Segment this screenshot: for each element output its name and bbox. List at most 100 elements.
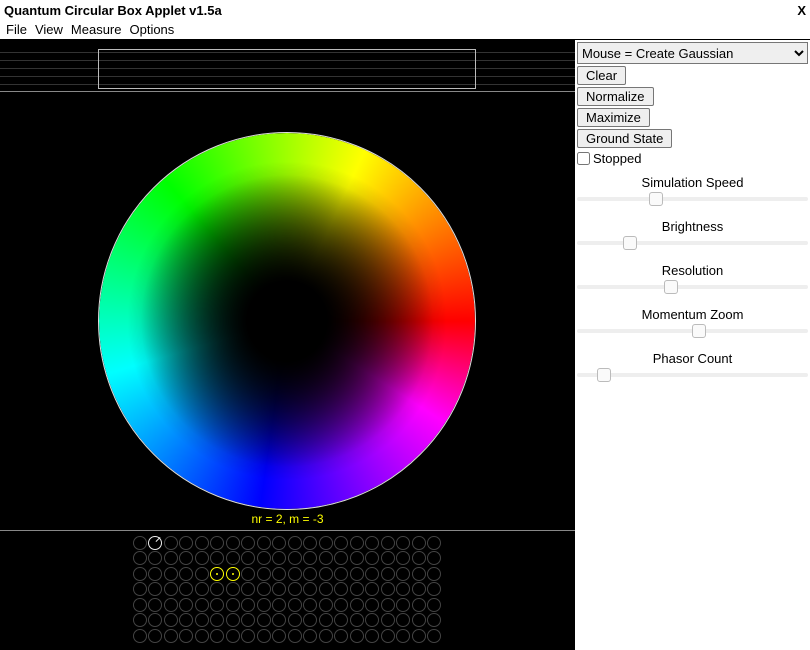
- phasor-cell[interactable]: [256, 566, 272, 582]
- phasor-cell[interactable]: [272, 628, 288, 644]
- phasor-cell[interactable]: [241, 628, 257, 644]
- brightness-slider[interactable]: [577, 234, 808, 252]
- phasor-cell[interactable]: [148, 566, 164, 582]
- phasor-cell[interactable]: [411, 566, 427, 582]
- phasor-cell[interactable]: [194, 628, 210, 644]
- phasor-cell[interactable]: [318, 582, 334, 598]
- phasor-cell[interactable]: [256, 582, 272, 598]
- phasor-cell[interactable]: [210, 613, 226, 629]
- phasor-cell[interactable]: [303, 613, 319, 629]
- menu-measure[interactable]: Measure: [69, 22, 124, 37]
- phasor-cell[interactable]: [303, 566, 319, 582]
- phasor-cell[interactable]: [241, 597, 257, 613]
- phasor-cell[interactable]: [411, 535, 427, 551]
- phasor-cell[interactable]: [210, 551, 226, 567]
- phasor-cell[interactable]: [225, 613, 241, 629]
- phasor-cell[interactable]: [132, 613, 148, 629]
- phasor-cell[interactable]: [272, 597, 288, 613]
- stopped-label[interactable]: Stopped: [593, 151, 641, 166]
- phasor-cell[interactable]: [365, 566, 381, 582]
- phasor-cell[interactable]: [303, 597, 319, 613]
- phasor-cell[interactable]: [272, 566, 288, 582]
- phasor-cell[interactable]: [256, 535, 272, 551]
- phasor-cell[interactable]: [163, 566, 179, 582]
- phasor-cell[interactable]: [163, 535, 179, 551]
- phasor-cell[interactable]: [365, 597, 381, 613]
- phasor-cell[interactable]: [396, 535, 412, 551]
- phasor-cell[interactable]: [132, 551, 148, 567]
- phasor-cell[interactable]: [272, 551, 288, 567]
- phasor-cell[interactable]: [163, 613, 179, 629]
- phasor-cell[interactable]: [148, 551, 164, 567]
- phasor-cell[interactable]: [241, 535, 257, 551]
- phasor-cell[interactable]: [179, 613, 195, 629]
- phasor-cell[interactable]: [148, 613, 164, 629]
- phasor-cell[interactable]: [396, 628, 412, 644]
- phasor-cell[interactable]: [411, 551, 427, 567]
- phasor-cell[interactable]: [241, 613, 257, 629]
- phasor-cell[interactable]: [225, 566, 241, 582]
- phasor-cell[interactable]: [349, 566, 365, 582]
- phasor-cell[interactable]: [179, 628, 195, 644]
- phasor-cell[interactable]: [365, 613, 381, 629]
- phasor-cell[interactable]: [427, 582, 443, 598]
- phasor-cell[interactable]: [396, 582, 412, 598]
- phasor-cell[interactable]: [427, 613, 443, 629]
- phasor-cell[interactable]: [349, 628, 365, 644]
- phasor-cell[interactable]: [148, 628, 164, 644]
- phasor-cell[interactable]: [349, 597, 365, 613]
- phasor-cell[interactable]: [210, 582, 226, 598]
- phasor-cell[interactable]: [318, 597, 334, 613]
- phasor-cell[interactable]: [132, 597, 148, 613]
- phasor-cell[interactable]: [380, 551, 396, 567]
- phasor-cell[interactable]: [210, 628, 226, 644]
- phasor-cell[interactable]: [411, 613, 427, 629]
- phasor-cell[interactable]: [225, 582, 241, 598]
- phasor-cell[interactable]: [272, 535, 288, 551]
- phasor-cell[interactable]: [365, 551, 381, 567]
- phasor-cell[interactable]: [318, 613, 334, 629]
- phasor-cell[interactable]: [380, 597, 396, 613]
- phasor-cell[interactable]: [411, 597, 427, 613]
- phasor-cell[interactable]: [287, 628, 303, 644]
- phasor-cell[interactable]: [287, 613, 303, 629]
- phasor-cell[interactable]: [380, 582, 396, 598]
- resolution-slider[interactable]: [577, 278, 808, 296]
- phasor-cell[interactable]: [334, 613, 350, 629]
- phasor-cell[interactable]: [396, 597, 412, 613]
- menu-view[interactable]: View: [33, 22, 65, 37]
- phasor-cell[interactable]: [163, 628, 179, 644]
- phasor-cell[interactable]: [132, 582, 148, 598]
- phasor-cell[interactable]: [334, 582, 350, 598]
- phasor-cell[interactable]: [179, 535, 195, 551]
- phasor-cell[interactable]: [427, 551, 443, 567]
- phasor-cell[interactable]: [225, 628, 241, 644]
- phasor-cell[interactable]: [380, 628, 396, 644]
- phasor-cell[interactable]: [132, 628, 148, 644]
- phasor-cell[interactable]: [179, 597, 195, 613]
- phasor-cell[interactable]: [427, 597, 443, 613]
- phasor-cell[interactable]: [272, 613, 288, 629]
- phasor-cell[interactable]: [427, 628, 443, 644]
- phasor-cell[interactable]: [132, 566, 148, 582]
- phasor-cell[interactable]: [179, 551, 195, 567]
- phasor-cell[interactable]: [210, 535, 226, 551]
- phasor-cell[interactable]: [303, 535, 319, 551]
- maximize-button[interactable]: Maximize: [577, 108, 650, 127]
- phasor-cell[interactable]: [163, 597, 179, 613]
- phasor-cell[interactable]: [318, 535, 334, 551]
- phasor-cell[interactable]: [148, 597, 164, 613]
- normalize-button[interactable]: Normalize: [577, 87, 654, 106]
- phasor-cell[interactable]: [225, 551, 241, 567]
- phasor-cell[interactable]: [256, 597, 272, 613]
- phasor-cell[interactable]: [256, 551, 272, 567]
- top-strip[interactable]: [0, 40, 575, 92]
- sim-speed-slider[interactable]: [577, 190, 808, 208]
- phasor-cell[interactable]: [380, 613, 396, 629]
- phasor-cell[interactable]: [148, 582, 164, 598]
- mouse-mode-select[interactable]: Mouse = Create Gaussian: [577, 42, 808, 64]
- menu-options[interactable]: Options: [127, 22, 176, 37]
- phasor-cell[interactable]: [318, 551, 334, 567]
- phasor-cell[interactable]: [163, 551, 179, 567]
- phasor-cell[interactable]: [303, 551, 319, 567]
